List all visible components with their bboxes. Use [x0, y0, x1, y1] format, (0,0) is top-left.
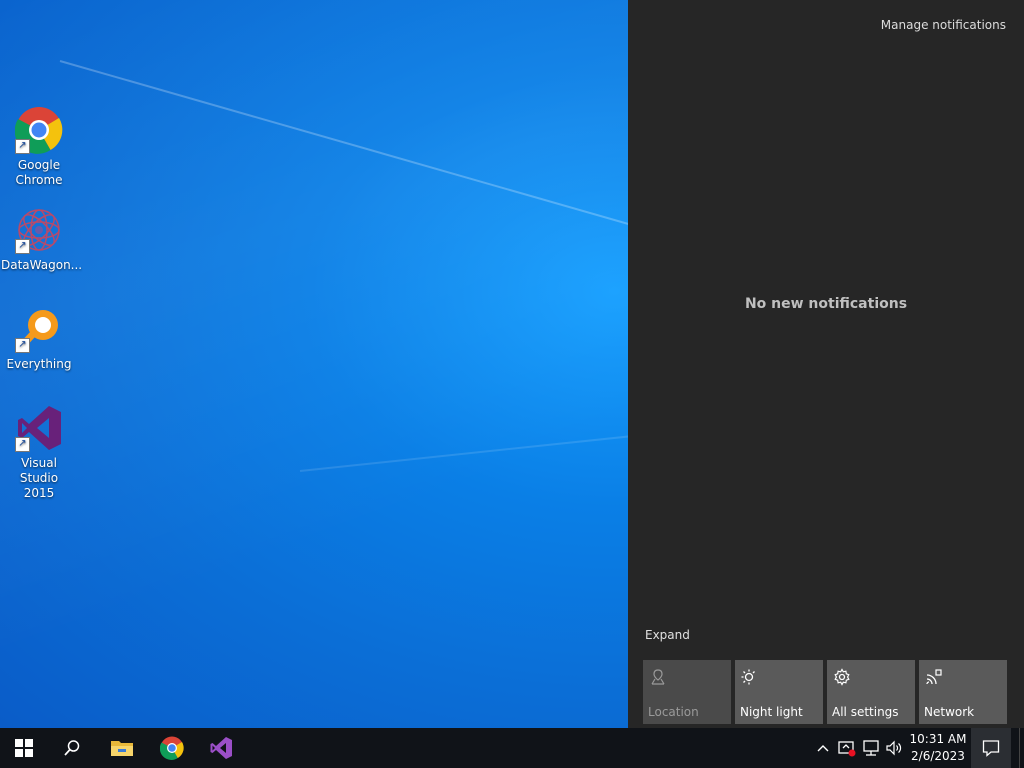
no-notifications-message: No new notifications: [744, 296, 908, 312]
visual-studio-icon: [210, 737, 232, 759]
datawagon-icon: ↗: [15, 206, 63, 254]
chevron-up-icon[interactable]: [813, 738, 833, 758]
quick-action-label: All settings: [832, 705, 899, 719]
taskbar-google-chrome[interactable]: [148, 728, 196, 768]
action-center-panel: Manage notifications No new notification…: [628, 0, 1024, 728]
expand-quick-actions-link[interactable]: Expand: [645, 628, 690, 642]
shortcut-arrow-icon: ↗: [15, 437, 30, 452]
chrome-icon: ↗: [14, 106, 63, 154]
action-center-button[interactable]: [971, 728, 1011, 768]
clock-date: 2/6/2023: [911, 749, 965, 763]
quick-action-night-light[interactable]: Night light: [735, 660, 823, 724]
quick-action-label: Location: [648, 705, 699, 719]
desktop-icon-label-line2: Chrome: [15, 173, 63, 187]
wallpaper-beam: [59, 60, 657, 233]
gear-icon: [834, 668, 850, 686]
volume-icon[interactable]: [884, 738, 904, 758]
desktop-icon-google-chrome[interactable]: ↗ Google Chrome: [1, 106, 77, 188]
quick-action-label: Network: [924, 705, 975, 719]
taskbar: 10:31 AM 2/6/2023: [0, 728, 1024, 768]
chrome-icon: [160, 736, 184, 760]
desktop-icon-datawagon[interactable]: ↗ DataWagon...: [1, 206, 83, 273]
shortcut-arrow-icon: ↗: [15, 239, 30, 254]
manage-notifications-link[interactable]: Manage notifications: [881, 18, 1006, 32]
taskbar-file-explorer[interactable]: [98, 728, 146, 768]
show-desktop-button[interactable]: [1019, 728, 1024, 768]
quick-action-network[interactable]: Network: [919, 660, 1007, 724]
security-icon[interactable]: [837, 738, 857, 758]
visual-studio-icon: ↗: [15, 404, 63, 452]
search-button[interactable]: [48, 728, 96, 768]
network-icon[interactable]: [861, 738, 881, 758]
file-explorer-icon: [111, 741, 133, 756]
quick-action-location[interactable]: Location: [643, 660, 731, 724]
desktop-icon-label: Visual Studio: [19, 456, 59, 485]
desktop-icon-label: Google: [17, 158, 61, 172]
shortcut-arrow-icon: ↗: [15, 139, 30, 154]
network-icon: [926, 669, 942, 685]
night-light-icon: [741, 669, 755, 685]
desktop-icon-label: DataWagon...: [1, 258, 83, 272]
desktop-icon-everything[interactable]: ↗ Everything: [1, 305, 77, 372]
start-icon: [15, 739, 33, 757]
quick-action-label: Night light: [740, 705, 803, 719]
taskbar-visual-studio[interactable]: [197, 728, 245, 768]
desktop-icon-visual-studio-2015[interactable]: ↗ Visual Studio 2015: [1, 404, 77, 501]
wallpaper-beam-secondary: [299, 432, 659, 472]
desktop-icon-label-line2: 2015: [23, 486, 55, 500]
quick-actions: Location Night light All settings Networ…: [643, 660, 1007, 724]
desktop-icon-label: Everything: [6, 357, 72, 371]
location-icon: [651, 669, 665, 685]
shortcut-arrow-icon: ↗: [15, 338, 30, 353]
search-icon: [64, 740, 80, 756]
notification-icon: [982, 740, 1000, 757]
everything-icon: ↗: [15, 305, 63, 353]
quick-action-all-settings[interactable]: All settings: [827, 660, 915, 724]
clock-time: 10:31 AM: [909, 732, 967, 746]
start-button[interactable]: [0, 728, 48, 768]
taskbar-clock[interactable]: 10:31 AM 2/6/2023: [905, 731, 971, 765]
